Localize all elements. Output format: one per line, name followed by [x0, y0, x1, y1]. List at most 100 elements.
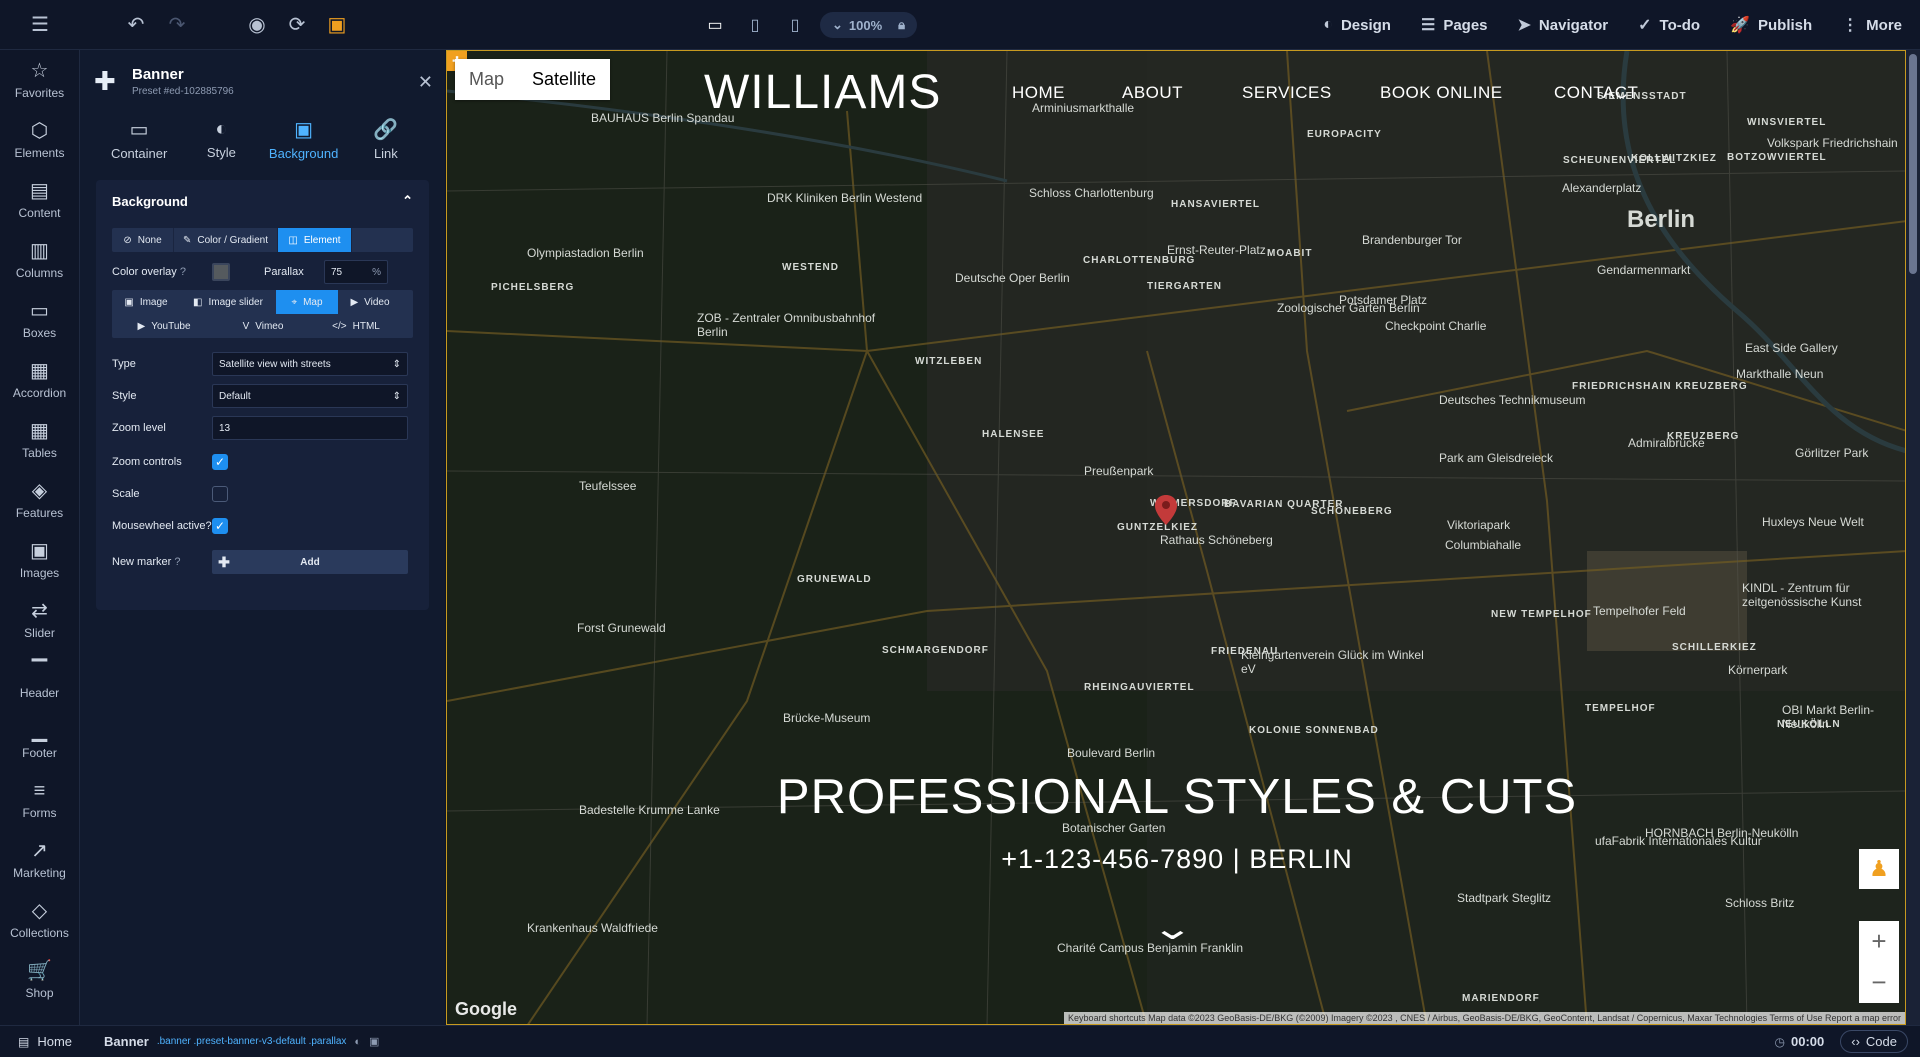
tablet-icon[interactable]: ▯ [740, 10, 770, 40]
mobile-icon[interactable]: ▯ [780, 10, 810, 40]
image-icon[interactable]: ▣ [369, 1035, 379, 1048]
refresh-icon[interactable]: ⟳ [285, 13, 309, 37]
desktop-icon[interactable]: ▭ [700, 10, 730, 40]
chevron-up-icon[interactable]: ⌃ [402, 193, 413, 209]
rail-label: Boxes [22, 326, 57, 340]
preview-eye-icon[interactable]: ◉ [245, 13, 269, 37]
map-label: Potsdamer Platz [1339, 293, 1428, 307]
map-label: DRK Kliniken Berlin Westend [767, 191, 923, 205]
type-video[interactable]: ▶ Video [338, 290, 402, 314]
zoom-dropdown[interactable]: ⌄ 100% 🔒︎ [820, 12, 918, 38]
type-imageslider[interactable]: ◧ Image slider [180, 290, 276, 314]
zoom-in-icon[interactable]: + [1871, 926, 1886, 957]
close-icon[interactable]: ✕ [418, 72, 433, 93]
site-nav-services[interactable]: SERVICES [1242, 83, 1380, 103]
map-label: Checkpoint Charlie [1385, 319, 1487, 333]
site-nav-home[interactable]: HOME [1012, 83, 1122, 103]
palette-icon[interactable]: ◐ [354, 1036, 361, 1048]
map-marker-icon[interactable] [1155, 495, 1177, 525]
map-label: PICHELSBERG [491, 282, 575, 293]
rail-item-content[interactable]: ▤ Content [0, 170, 79, 230]
type-vimeo[interactable]: V Vimeo [216, 314, 310, 338]
topnav-todo[interactable]: ✓ To-do [1638, 15, 1700, 35]
rail-item-boxes[interactable]: ▭ Boxes [0, 290, 79, 350]
image-icon: ▣ [30, 540, 49, 562]
tab-background[interactable]: ▣ Background [263, 108, 345, 170]
canvas-scrollbar[interactable] [1906, 50, 1920, 1025]
parallax-input[interactable]: 75% [324, 260, 388, 284]
save-icon[interactable]: ▣ [325, 13, 349, 37]
breadcrumb-element[interactable]: Banner [104, 1034, 149, 1049]
rail-item-shop[interactable]: 🛒 Shop [0, 950, 79, 1010]
topnav-publish[interactable]: 🚀 Publish [1730, 15, 1812, 35]
rail-item-favorites[interactable]: ☆ Favorites [0, 50, 79, 110]
zoom-controls-checkbox[interactable]: ✓ [212, 454, 228, 470]
street-view-pegman-icon[interactable]: ♟ [1859, 849, 1899, 889]
rail-item-collections[interactable]: ◇ Collections [0, 890, 79, 950]
properties-panel: ✚ Banner Preset #ed-102885796 ✕ ▭ Contain… [80, 50, 445, 1025]
mousewheel-checkbox[interactable]: ✓ [212, 518, 228, 534]
palette-icon: ◐ [215, 118, 228, 140]
section-header[interactable]: Background ⌃ [96, 180, 429, 222]
topnav-pages[interactable]: ☰ Pages [1421, 15, 1488, 35]
breadcrumb-home[interactable]: Home [37, 1034, 72, 1049]
undo-icon[interactable]: ↶ [124, 13, 148, 37]
scrollbar-thumb[interactable] [1909, 54, 1917, 274]
bg-mode-element[interactable]: ◫ Element [278, 228, 352, 252]
tab-link[interactable]: 🔗 Link [345, 108, 427, 170]
add-marker-button[interactable]: ✚ Add [212, 550, 408, 574]
rail-item-forms[interactable]: ≡ Forms [0, 770, 79, 830]
rail-item-tables[interactable]: ▦ Tables [0, 410, 79, 470]
rail-item-accordion[interactable]: ▦ Accordion [0, 350, 79, 410]
rail-item-header[interactable]: ▔ Header [0, 650, 79, 710]
bg-mode-colorgradient[interactable]: ✎ Color / Gradient [174, 228, 278, 252]
rail-item-features[interactable]: ◈ Features [0, 470, 79, 530]
rail-item-slider[interactable]: ⇄ Slider [0, 590, 79, 650]
color-overlay-swatch[interactable] [212, 263, 230, 281]
rail-item-elements[interactable]: ⬡ Elements [0, 110, 79, 170]
rail-item-marketing[interactable]: ↗ Marketing [0, 830, 79, 890]
site-nav-contact[interactable]: CONTACT [1554, 83, 1654, 103]
scale-checkbox[interactable] [212, 486, 228, 502]
topnav-design[interactable]: ◐ Design [1323, 16, 1391, 34]
map-label: KREUZBERG [1667, 431, 1740, 442]
type-label: Video [364, 296, 390, 308]
code-button[interactable]: ‹› Code [1840, 1030, 1908, 1053]
site-logo[interactable]: WILLIAMS [704, 65, 941, 120]
element-classes: .banner .preset-banner-v3-default .paral… [156, 1036, 347, 1047]
rail-item-columns[interactable]: ▥ Columns [0, 230, 79, 290]
rail-item-images[interactable]: ▣ Images [0, 530, 79, 590]
zoom-value: 100% [848, 17, 883, 33]
tab-container[interactable]: ▭ Container [98, 108, 180, 170]
type-map[interactable]: ⌖ Map [276, 290, 338, 314]
topnav-label: Pages [1443, 16, 1488, 34]
topnav-more[interactable]: ⋮ More [1842, 15, 1902, 35]
type-select[interactable]: Satellite view with streets ⇕ [212, 352, 408, 376]
background-type-selector: ▣ Image ◧ Image slider ⌖ Map ▶ Video ▶ YouTube V Vi… [112, 290, 413, 338]
lock-icon[interactable]: 🔒︎ [898, 17, 905, 33]
bg-mode-none[interactable]: ⊘ None [112, 228, 174, 252]
device-switcher: ▭ ▯ ▯ ⌄ 100% 🔒︎ [700, 10, 918, 40]
type-html[interactable]: </> HTML [310, 314, 402, 338]
site-nav-bookonline[interactable]: BOOK ONLINE [1380, 83, 1554, 103]
map-label: Schloss Britz [1725, 896, 1795, 910]
marketing-icon: ↗ [31, 840, 48, 862]
scroll-down-chevron-icon[interactable]: ⌄ [1151, 909, 1194, 947]
zoom-out-icon[interactable]: − [1871, 967, 1886, 998]
site-nav-about[interactable]: ABOUT [1122, 83, 1242, 103]
rail-label: Header [19, 686, 60, 700]
map-type-control: Map Satellite [455, 59, 611, 100]
zoom-level-input[interactable]: 13 [212, 416, 408, 440]
redo-icon[interactable]: ↷ [165, 13, 189, 37]
map-attribution[interactable]: Keyboard shortcuts Map data ©2023 GeoBas… [1064, 1012, 1905, 1024]
type-youtube[interactable]: ▶ YouTube [112, 314, 216, 338]
type-image[interactable]: ▣ Image [112, 290, 180, 314]
map-type-map-button[interactable]: Map [455, 59, 518, 100]
rail-item-footer[interactable]: ▁ Footer [0, 710, 79, 770]
tab-style[interactable]: ◐ Style [180, 108, 262, 170]
style-select[interactable]: Default ⇕ [212, 384, 408, 408]
map-type-satellite-button[interactable]: Satellite [518, 59, 610, 100]
topnav-navigator[interactable]: ➤ Navigator [1518, 15, 1609, 35]
top-navigation: ◐ Design ☰ Pages ➤ Navigator ✓ To-do 🚀 Publish ⋮ Mo… [1323, 0, 1902, 50]
hamburger-menu-icon[interactable]: ☰ [28, 13, 52, 37]
